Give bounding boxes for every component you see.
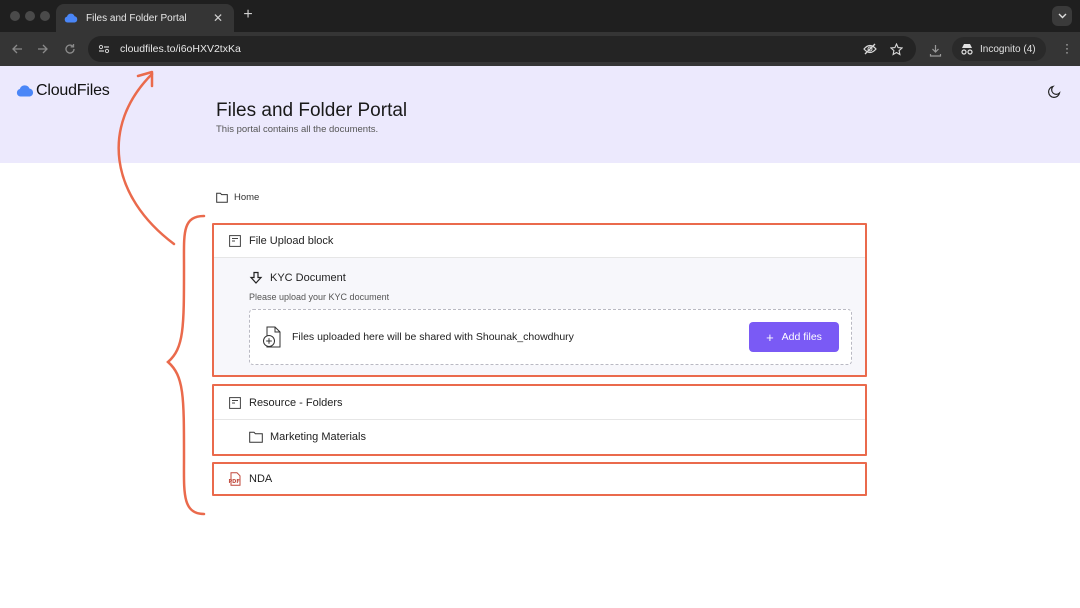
file-add-icon xyxy=(262,326,284,348)
forward-arrow-icon[interactable] xyxy=(34,40,52,58)
file-name: NDA xyxy=(249,473,273,485)
star-icon[interactable] xyxy=(886,39,906,59)
eye-off-icon[interactable] xyxy=(860,39,880,59)
block-header[interactable]: File Upload block xyxy=(214,224,866,258)
tab-search-button[interactable] xyxy=(1052,6,1072,26)
block-title: Resource - Folders xyxy=(249,396,343,409)
incognito-icon xyxy=(960,42,974,56)
page-subtitle: This portal contains all the documents. xyxy=(216,124,379,135)
download-icon[interactable] xyxy=(926,41,944,59)
browser-toolbar: cloudfiles.to/i6oHXV2txKa Incognito (4) … xyxy=(0,32,1080,66)
cloud-icon xyxy=(64,11,78,25)
window-maximize-dot[interactable] xyxy=(40,11,50,21)
address-bar[interactable]: cloudfiles.to/i6oHXV2txKa xyxy=(88,36,916,62)
download-arrow-icon xyxy=(249,271,263,285)
file-dropzone[interactable]: Files uploaded here will be shared with … xyxy=(249,309,852,365)
tab-close-icon[interactable]: ✕ xyxy=(210,11,226,25)
file-upload-block: File Upload block KYC Document Please up… xyxy=(214,224,866,375)
svg-text:PDF: PDF xyxy=(229,479,240,485)
url-text[interactable]: cloudfiles.to/i6oHXV2txKa xyxy=(120,43,860,55)
upload-request: KYC Document Please upload your KYC docu… xyxy=(214,258,866,375)
pdf-file-row[interactable]: PDF NDA xyxy=(214,464,866,494)
moon-icon[interactable] xyxy=(1046,82,1064,100)
incognito-badge[interactable]: Incognito (4) xyxy=(952,37,1046,61)
block-title: File Upload block xyxy=(249,234,334,247)
request-subtitle: Please upload your KYC document xyxy=(249,292,390,302)
block-document-icon xyxy=(228,234,242,248)
folder-label: Marketing Materials xyxy=(270,431,366,443)
window-close-dot[interactable] xyxy=(10,11,20,21)
incognito-label: Incognito (4) xyxy=(980,43,1036,55)
request-heading: KYC Document xyxy=(249,268,852,288)
resource-folders-block: Resource - Folders Marketing Materials xyxy=(214,386,866,454)
chevron-down-icon xyxy=(1058,13,1066,19)
back-arrow-icon[interactable] xyxy=(8,40,26,58)
block-header[interactable]: Resource - Folders xyxy=(214,386,866,420)
add-files-label: Add files xyxy=(781,331,822,343)
dropzone-text: Files uploaded here will be shared with … xyxy=(292,331,574,343)
annotation-arrow-icon xyxy=(117,70,206,516)
breadcrumb[interactable]: Home xyxy=(216,192,259,203)
new-tab-button[interactable]: + xyxy=(240,6,256,24)
add-files-button[interactable]: + Add files xyxy=(749,322,839,352)
folder-icon xyxy=(249,431,263,443)
site-info-icon[interactable] xyxy=(96,41,112,57)
nda-file-block[interactable]: PDF NDA xyxy=(214,464,866,494)
window-minimize-dot[interactable] xyxy=(25,11,35,21)
block-document-icon xyxy=(228,396,242,410)
portal-page: CloudFiles Files and Folder Portal This … xyxy=(0,66,1080,608)
browser-tab-bar: Files and Folder Portal ✕ + xyxy=(0,0,1080,32)
tab-title: Files and Folder Portal xyxy=(86,12,187,24)
menu-icon[interactable]: · · · xyxy=(1064,38,1070,58)
logo[interactable]: CloudFiles xyxy=(16,82,110,100)
folder-item[interactable]: Marketing Materials xyxy=(214,420,866,454)
request-title: KYC Document xyxy=(270,272,346,284)
plus-icon: + xyxy=(766,329,774,345)
reload-icon[interactable] xyxy=(61,40,79,58)
pdf-icon: PDF xyxy=(228,472,242,486)
cloud-logo-icon xyxy=(16,85,34,97)
page-title: Files and Folder Portal xyxy=(216,100,408,121)
browser-tab[interactable]: Files and Folder Portal ✕ xyxy=(56,4,234,32)
breadcrumb-home[interactable]: Home xyxy=(234,192,259,203)
logo-text: CloudFiles xyxy=(36,82,110,99)
